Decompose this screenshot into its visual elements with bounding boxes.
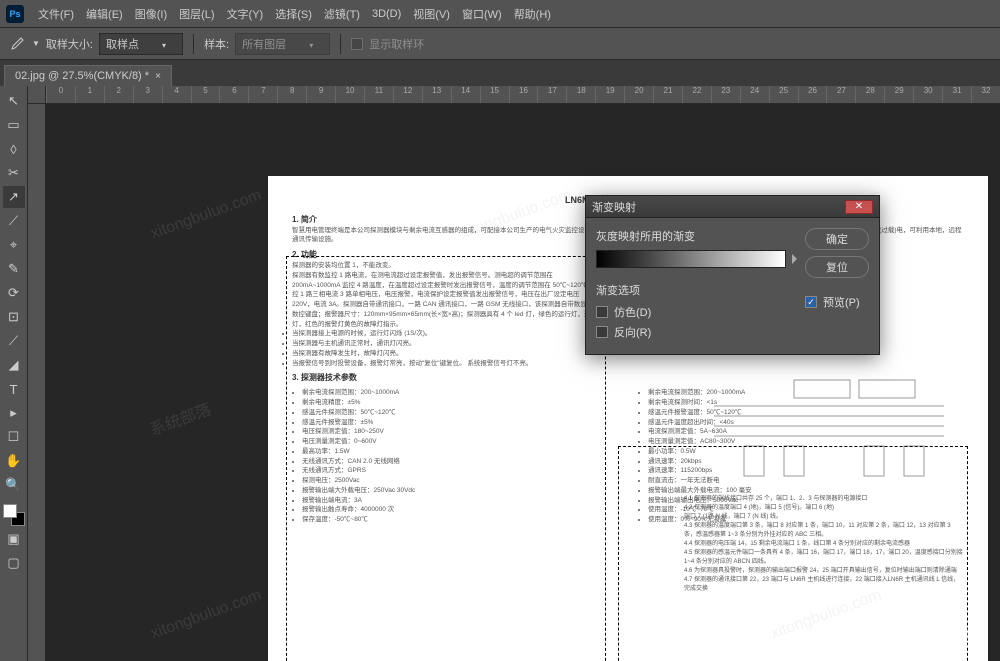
preview-checkbox[interactable]: ✓ 预览(P) xyxy=(805,294,869,310)
ruler-corner xyxy=(28,86,46,104)
gradient-picker[interactable] xyxy=(596,250,786,268)
eyedropper-icon xyxy=(8,35,26,53)
sample-size-label: 取样大小: xyxy=(46,36,93,52)
document-tab[interactable]: 02.jpg @ 27.5%(CMYK/8) * × xyxy=(4,65,172,86)
brush-tool[interactable]: ⟋ xyxy=(3,210,25,232)
crop-tool[interactable]: ✂ xyxy=(3,162,25,184)
marquee-tool[interactable]: ▭ xyxy=(3,114,25,136)
ruler-horizontal: 0123456789101112131415161718192021222324… xyxy=(46,86,1000,104)
quickmask-tool[interactable]: ▣ xyxy=(3,528,25,550)
eraser-tool[interactable]: ⊡ xyxy=(3,306,25,328)
foreground-color-swatch[interactable] xyxy=(3,504,17,518)
blur-tool[interactable]: ◢ xyxy=(3,354,25,376)
move-tool[interactable]: ↖ xyxy=(3,90,25,112)
params-left: 剩余电流探测范围：200~1000mA剩余电流精度：±5%感温元件探测范围：50… xyxy=(292,388,618,525)
circuit-diagram: 4.1 探测器的端线接口共存 25 个，端口 1、2、3 与探测器的电源接口4.… xyxy=(684,376,964,636)
ok-button[interactable]: 确定 xyxy=(805,228,869,250)
menu-window[interactable]: 窗口(W) xyxy=(456,6,508,22)
menu-help[interactable]: 帮助(H) xyxy=(508,6,557,22)
hand-tool[interactable]: ✋ xyxy=(3,450,25,472)
reverse-checkbox[interactable]: 反向(R) xyxy=(596,324,797,340)
menu-image[interactable]: 图像(I) xyxy=(129,6,173,22)
document-tab-bar: 02.jpg @ 27.5%(CMYK/8) * × xyxy=(0,60,1000,86)
menu-3d[interactable]: 3D(D) xyxy=(366,8,407,20)
eyedropper-tool[interactable]: ↗ xyxy=(3,186,25,208)
menu-filter[interactable]: 滤镜(T) xyxy=(318,6,366,22)
chevron-down-icon[interactable]: ▼ xyxy=(32,39,40,48)
dialog-title: 渐变映射 xyxy=(592,199,636,215)
sample-label: 样本: xyxy=(204,36,229,52)
doc-text-2: 探测器的安装均位置 1，不能改变。 探测器有数监控 1 路电流，在测电流超过设定… xyxy=(292,261,601,329)
footer-watermark: 自由互联 xyxy=(892,622,980,651)
sample-dropdown[interactable]: 所有图层 ▾ xyxy=(235,33,330,55)
app-logo: Ps xyxy=(6,5,24,23)
dialog-titlebar[interactable]: 渐变映射 ✕ xyxy=(586,196,879,218)
path-tool[interactable]: ▸ xyxy=(3,402,25,424)
checkbox-icon xyxy=(596,306,608,318)
menu-select[interactable]: 选择(S) xyxy=(269,6,318,22)
menu-file[interactable]: 文件(F) xyxy=(32,6,80,22)
lasso-tool[interactable]: ◊ xyxy=(3,138,25,160)
reset-button[interactable]: 复位 xyxy=(805,256,869,278)
dither-checkbox[interactable]: 仿色(D) xyxy=(596,304,797,320)
type-tool[interactable]: T xyxy=(3,378,25,400)
doc-notes: 4.1 探测器的端线接口共存 25 个，端口 1、2、3 与探测器的电源接口4.… xyxy=(684,495,964,594)
workspace: ↖ ▭ ◊ ✂ ↗ ⟋ ⌖ ✎ ⟳ ⊡ ⟋ ◢ T ▸ ☐ ✋ 🔍 ▣ ▢ 01… xyxy=(0,86,1000,661)
options-bar: ▼ 取样大小: 取样点 ▾ 样本: 所有图层 ▾ 显示取样环 xyxy=(0,28,1000,60)
checkbox-icon xyxy=(596,326,608,338)
document-tab-title: 02.jpg @ 27.5%(CMYK/8) * xyxy=(15,70,149,82)
pencil-tool[interactable]: ✎ xyxy=(3,258,25,280)
history-tool[interactable]: ⟳ xyxy=(3,282,25,304)
gradient-tool[interactable]: ⟋ xyxy=(3,330,25,352)
show-ring-checkbox[interactable]: 显示取样环 xyxy=(351,36,424,52)
checkbox-icon xyxy=(351,38,363,50)
gradient-label: 灰度映射所用的渐变 xyxy=(596,228,797,244)
menu-text[interactable]: 文字(Y) xyxy=(221,6,270,22)
screenmode-tool[interactable]: ▢ xyxy=(3,552,25,574)
menu-layer[interactable]: 图层(L) xyxy=(173,6,220,22)
menu-view[interactable]: 视图(V) xyxy=(407,6,456,22)
menubar: Ps 文件(F) 编辑(E) 图像(I) 图层(L) 文字(Y) 选择(S) 滤… xyxy=(0,0,1000,28)
shape-tool[interactable]: ☐ xyxy=(3,426,25,448)
close-icon[interactable]: × xyxy=(155,71,161,82)
doc-bullets: 当探测器接上电源的时候，运行灯闪烁 (1S/次)。当探测器与主机通讯正常时，通讯… xyxy=(292,329,601,368)
checkbox-icon: ✓ xyxy=(805,296,817,308)
menu-edit[interactable]: 编辑(E) xyxy=(80,6,129,22)
ruler-vertical xyxy=(28,104,46,661)
sample-size-dropdown[interactable]: 取样点 ▾ xyxy=(99,33,183,55)
color-swatches[interactable] xyxy=(3,504,25,526)
zoom-tool[interactable]: 🔍 xyxy=(3,474,25,496)
canvas-area[interactable]: 0123456789101112131415161718192021222324… xyxy=(28,86,1000,661)
stamp-tool[interactable]: ⌖ xyxy=(3,234,25,256)
close-button[interactable]: ✕ xyxy=(845,200,873,214)
options-title: 渐变选项 xyxy=(596,282,797,298)
tool-panel: ↖ ▭ ◊ ✂ ↗ ⟋ ⌖ ✎ ⟳ ⊡ ⟋ ◢ T ▸ ☐ ✋ 🔍 ▣ ▢ xyxy=(0,86,28,661)
gradient-map-dialog: 渐变映射 ✕ 灰度映射所用的渐变 渐变选项 仿色(D) 反向(R) 确定 复位 xyxy=(585,195,880,355)
